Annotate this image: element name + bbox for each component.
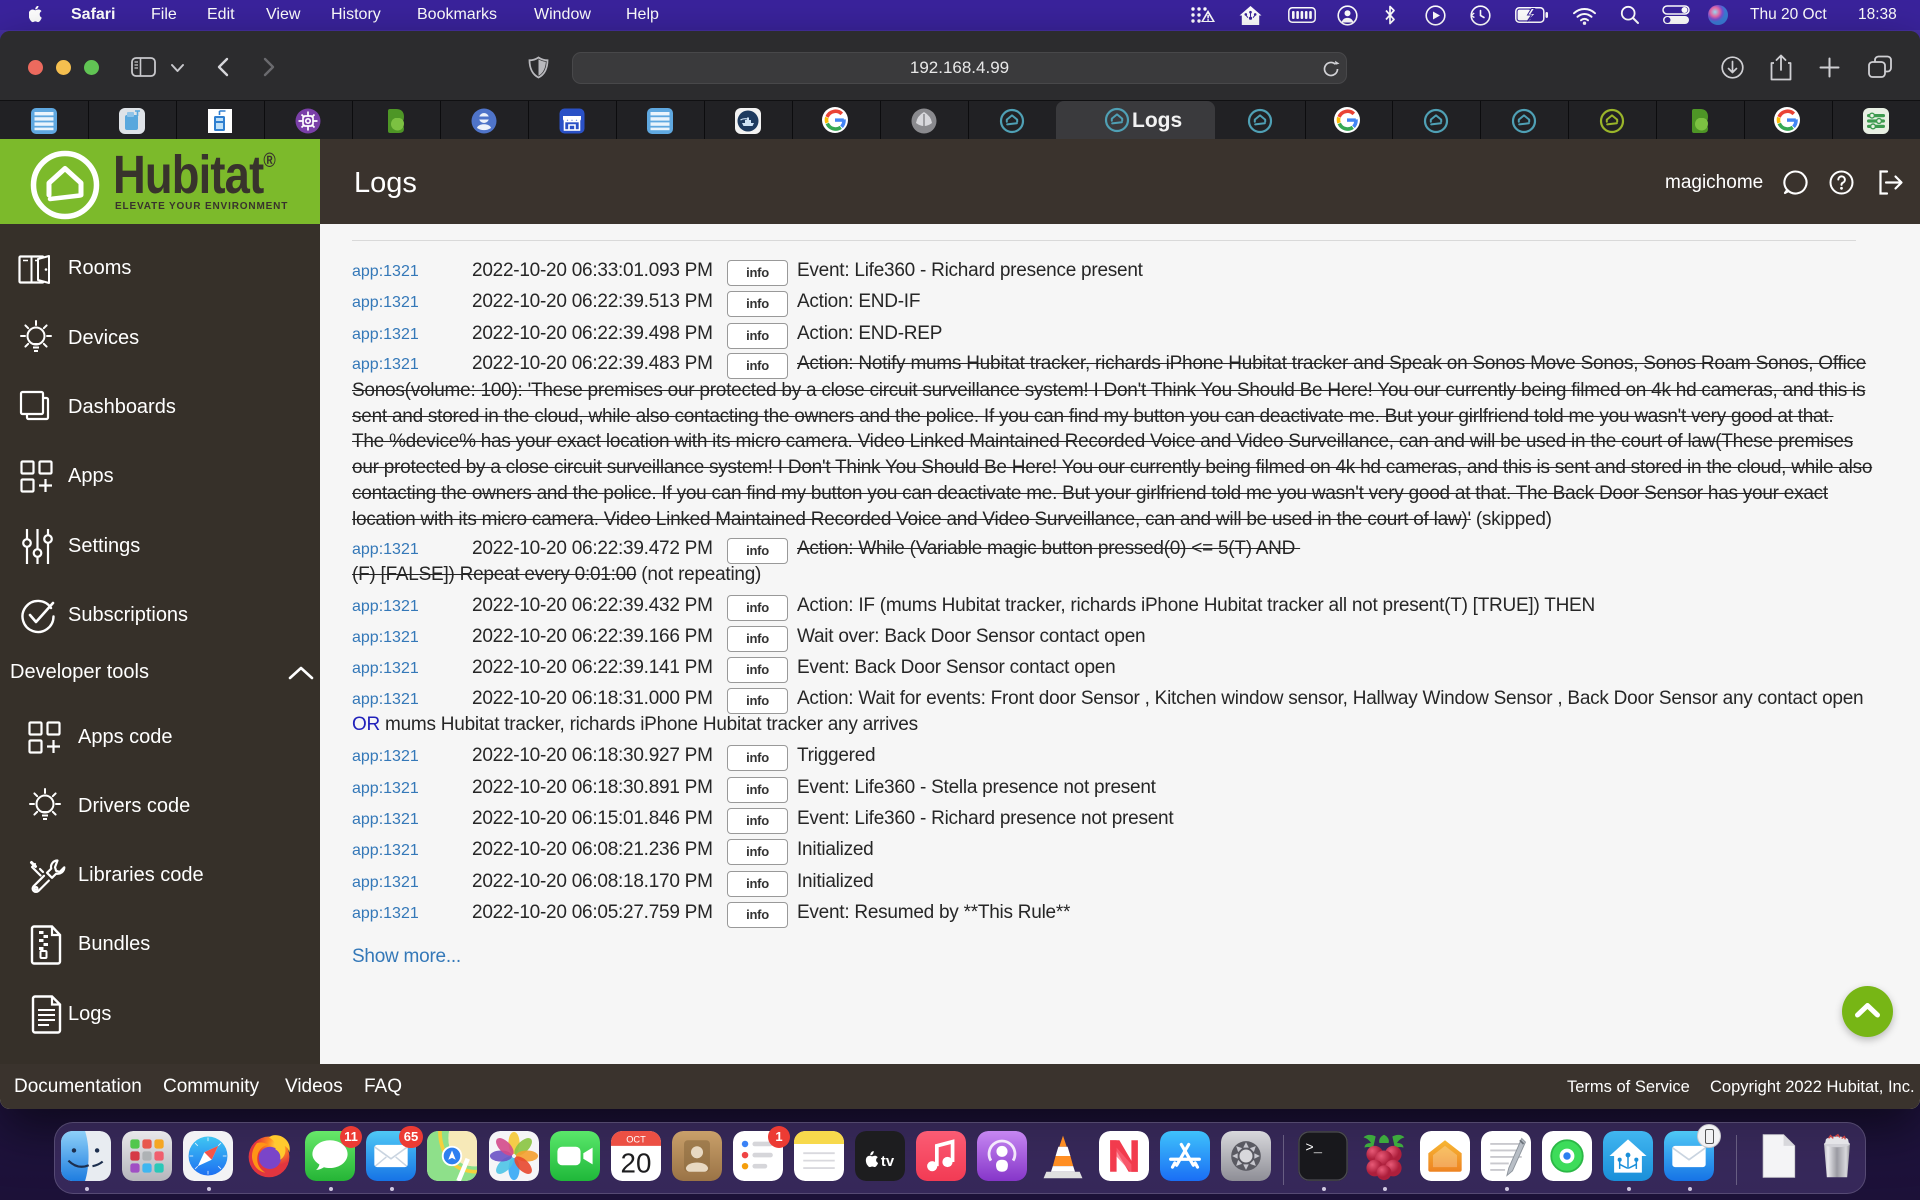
svg-text:>_: >_ [1305,1140,1322,1156]
svg-text:tv: tv [881,1154,895,1170]
svg-text:OCT: OCT [626,1135,646,1145]
svg-text:20: 20 [621,1148,652,1179]
